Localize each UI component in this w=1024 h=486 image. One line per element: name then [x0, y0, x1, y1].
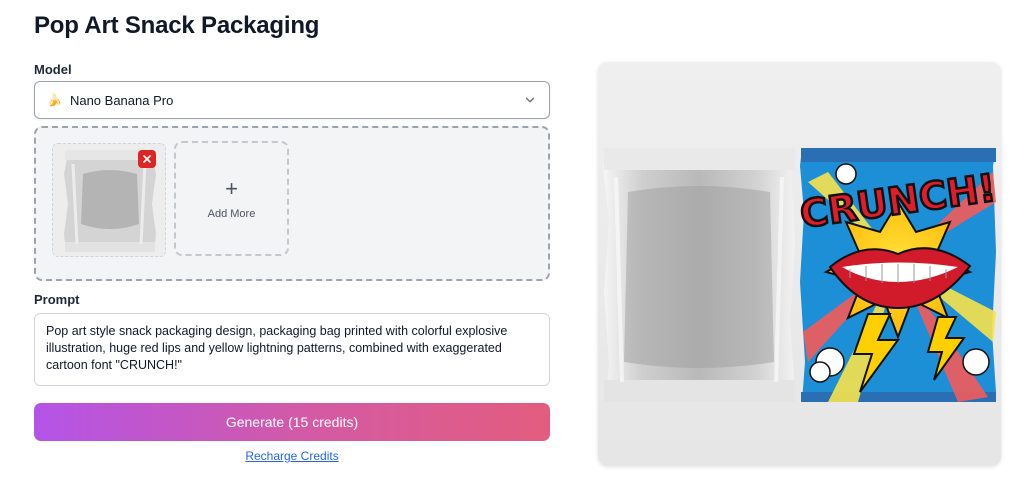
generate-button[interactable]: Generate (15 credits) [34, 403, 550, 441]
blank-bag-illustration [603, 148, 795, 402]
model-select-value: Nano Banana Pro [69, 92, 174, 108]
add-more-label: Add More [207, 207, 256, 220]
close-icon [143, 155, 151, 163]
model-select[interactable]: 🍌 Nano Banana Pro [34, 81, 550, 119]
page-title: Pop Art Snack Packaging [34, 12, 320, 39]
model-label: Model [34, 62, 72, 77]
prompt-label: Prompt [34, 292, 80, 307]
result-preview-image: CRUNCH! [598, 62, 1001, 466]
banana-icon: 🍌 [47, 93, 62, 107]
recharge-credits-link[interactable]: Recharge Credits [245, 449, 338, 463]
image-dropzone[interactable]: + Add More [34, 126, 550, 281]
recharge-credits-row: Recharge Credits [0, 449, 584, 463]
add-more-button[interactable]: + Add More [174, 141, 289, 256]
plus-icon: + [225, 175, 238, 201]
crunch-bag-illustration: CRUNCH! [796, 148, 1000, 402]
chevron-down-icon [525, 97, 535, 103]
remove-image-button[interactable] [138, 150, 156, 168]
prompt-input[interactable]: Pop art style snack packaging design, pa… [34, 313, 550, 386]
